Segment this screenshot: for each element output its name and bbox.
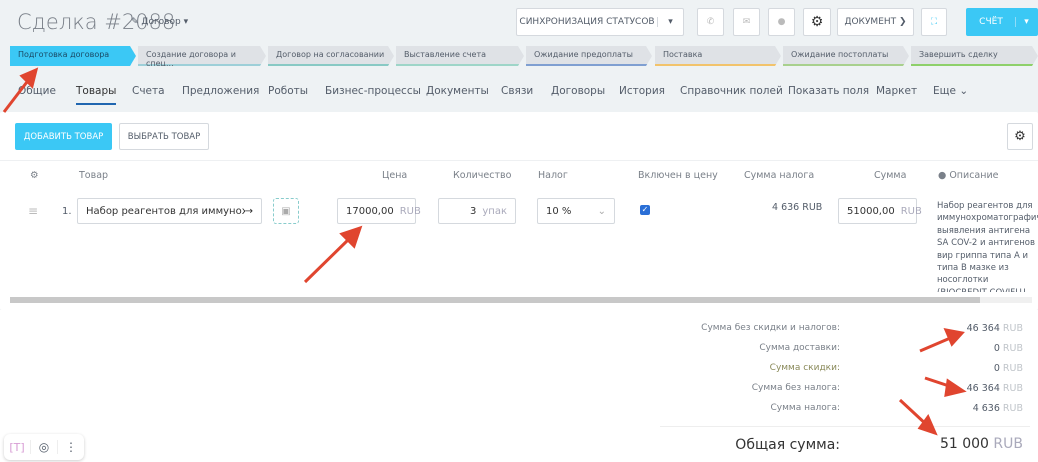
annotation-arrow bbox=[303, 236, 352, 284]
annotation-arrow bbox=[2, 77, 32, 113]
annotation-arrowhead bbox=[943, 328, 965, 347]
annotation-arrowhead bbox=[944, 378, 967, 397]
annotation-arrows bbox=[2, 67, 967, 436]
